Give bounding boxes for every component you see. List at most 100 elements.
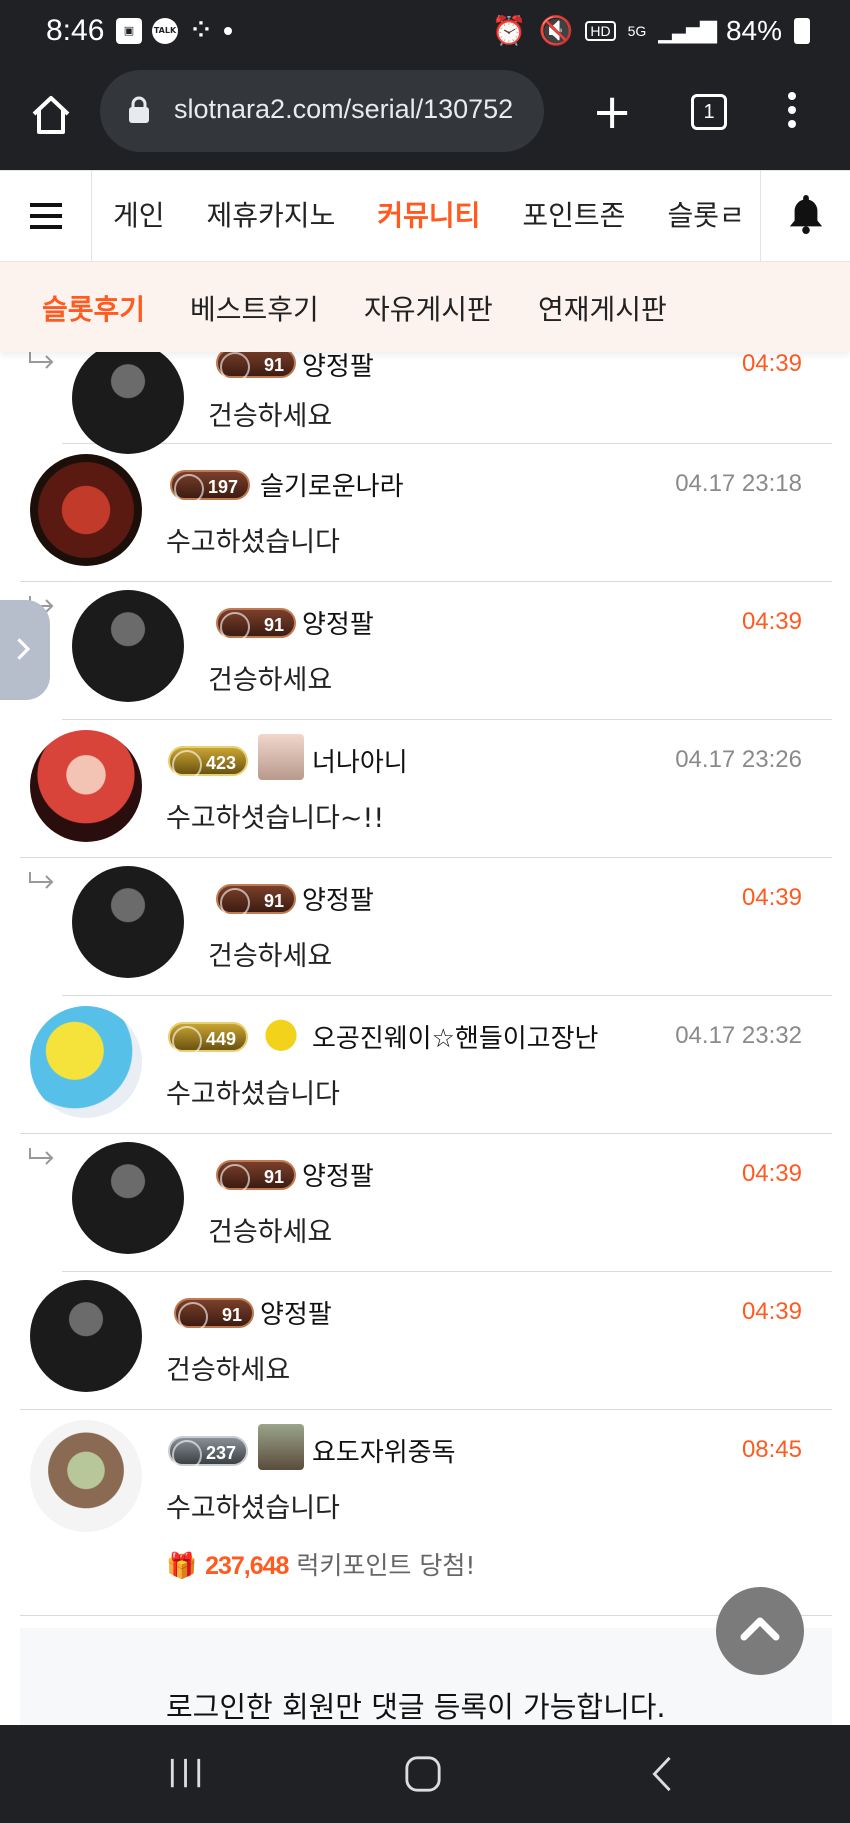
comment-time: 04:39 [741,352,802,377]
avatar[interactable] [30,454,142,566]
comment-reply: 91 양정팔 04:39 건승하세요 [29,858,832,996]
comment: 423 너나아니 04.17 23:26 수고하셧습니다~!! [20,720,832,858]
comment-text: 건승하세요 [208,1217,333,1248]
avatar[interactable] [72,866,184,978]
lucky-point-label: 럭키포인트 당첨! [296,1551,476,1580]
alarm-icon: ⏰ [491,15,527,46]
reply-arrow-icon [29,1148,54,1165]
level-badge: 91 [216,1160,296,1194]
comment-text: 건승하세요 [166,1355,291,1386]
5g-icon: 5G [627,22,647,39]
mute-icon: 🔇 [538,15,574,46]
gallery-icon: ▣ [116,18,142,44]
comment-time: 08:45 [741,1436,802,1463]
comment: 449 오공진웨이☆핸들이고장난 04.17 23:32 수고하셨습니다 [20,996,832,1134]
avatar[interactable] [30,1420,142,1532]
tab-switcher-button[interactable]: 1 [691,94,727,130]
notification-bell-button[interactable] [760,171,850,261]
sub-nav: 슬롯후기 베스트후기 자유게시판 연재게시판 [0,262,850,352]
comment-nickname[interactable]: 양정팔 [260,1294,332,1331]
avatar[interactable] [72,352,184,454]
level-badge: 91 [216,352,296,382]
sub-nav-item-slot-review[interactable]: 슬롯후기 [42,288,145,328]
main-nav: 게인 제휴카지노 커뮤니티 포인트존 슬롯ㄹ [0,170,850,262]
back-icon[interactable] [650,1755,674,1793]
comment-text: 수고하셨습니다 [166,1079,340,1110]
sub-nav-item-free-board[interactable]: 자유게시판 [364,288,493,328]
url-text: slotnara2.com/serial/130752 [174,94,514,124]
avatar[interactable] [72,590,184,702]
comment-time: 04.17 23:18 [675,470,802,497]
member-icon [258,1424,304,1470]
level-badge: 423 [168,746,248,780]
comment-reply: 91 양정팔 04:39 건승하세요 [29,352,832,454]
comment-nickname[interactable]: 오공진웨이☆핸들이고장난 [312,1018,598,1055]
comment-nickname[interactable]: 요도자위중독 [312,1432,456,1469]
hamburger-menu-icon[interactable] [0,171,92,261]
hd-icon: HD [585,20,616,41]
avatar[interactable] [30,1280,142,1392]
comment-text: 건승하세요 [208,665,333,696]
main-nav-items: 게인 제휴카지노 커뮤니티 포인트존 슬롯ㄹ [92,171,760,261]
reply-arrow-icon [29,352,54,369]
main-nav-item-partner-casino[interactable]: 제휴카지노 [186,171,357,261]
main-nav-item-game[interactable]: 게인 [92,171,186,261]
level-badge: 237 [168,1436,248,1470]
comment-time: 04:39 [741,1160,802,1187]
new-tab-icon[interactable]: + [592,88,632,136]
main-nav-item-slot[interactable]: 슬롯ㄹ [646,171,760,261]
comment-reply: 91 양정팔 04:39 건승하세요 [29,1134,832,1272]
browser-toolbar: slotnara2.com/serial/130752 + 1 [0,64,850,170]
reply-arrow-icon [29,872,54,889]
chevron-right-icon [17,638,31,660]
comment-nickname[interactable]: 양정팔 [302,880,374,917]
scroll-to-top-button[interactable] [716,1587,804,1675]
comment-list: 91 양정팔 04:39 건승하세요 197 슬기로운나라 04.17 23:1… [0,352,850,1725]
lucky-point-amount: 237,648 [205,1552,289,1580]
home-icon[interactable] [28,92,74,138]
level-badge: 91 [174,1298,254,1332]
comment: 197 슬기로운나라 04.17 23:18 수고하셨습니다 [20,444,832,582]
more-menu-icon[interactable] [786,92,798,134]
avatar[interactable] [72,1142,184,1254]
comment-time: 04:39 [741,884,802,911]
home-button-icon[interactable] [404,1755,442,1793]
comment-text: 수고하셨습니다 [166,1493,340,1524]
avatar[interactable] [30,1006,142,1118]
login-required-notice: 로그인한 회원만 댓글 등록이 가능합니다. [20,1628,832,1725]
gift-icon: 🎁 [166,1551,198,1580]
signal-icon: ▁▃▅▇ [658,17,717,43]
comment-nickname[interactable]: 양정팔 [302,604,374,641]
system-nav-bar [0,1725,850,1823]
status-bar: 8:46 ▣ TALK ⁘ ⏰ 🔇 HD 5G ▁▃▅▇ 84% [0,0,850,64]
battery-level: 84% [725,14,782,46]
comment-time: 04:39 [741,1298,802,1325]
comment: 237 요도자위중독 08:45 수고하셨습니다 🎁 237,648 럭키포인트… [20,1410,832,1616]
login-notice-text: 로그인한 회원만 댓글 등록이 가능합니다. [166,1690,666,1724]
comment-nickname[interactable]: 너나아니 [312,742,408,779]
battery-icon [794,17,810,44]
comment-time: 04.17 23:26 [675,746,802,773]
lucky-point-notice: 🎁 237,648 럭키포인트 당첨! [166,1546,475,1582]
address-bar[interactable]: slotnara2.com/serial/130752 [100,70,544,152]
member-icon [258,734,304,780]
comment: 91 양정팔 04:39 건승하세요 [20,1272,832,1410]
main-nav-item-point-zone[interactable]: 포인트존 [501,171,646,261]
chevron-up-icon [740,1617,780,1641]
comment-nickname[interactable]: 슬기로운나라 [260,466,404,503]
main-nav-item-community[interactable]: 커뮤니티 [356,171,501,261]
sub-nav-item-best-review[interactable]: 베스트후기 [190,288,319,328]
kakaotalk-icon: TALK [152,18,178,44]
sub-nav-item-serial-board[interactable]: 연재게시판 [538,288,667,328]
comment-text: 건승하세요 [208,401,333,432]
comment-nickname[interactable]: 양정팔 [302,1156,374,1193]
comment-time: 04:39 [741,608,802,635]
status-time: 8:46 [46,14,105,47]
recent-apps-icon[interactable] [166,1757,206,1791]
comment-text: 건승하세요 [208,941,333,972]
side-drawer-toggle[interactable] [0,600,50,700]
level-badge: 91 [216,884,296,918]
comment-nickname[interactable]: 양정팔 [302,352,374,383]
avatar[interactable] [30,730,142,842]
lock-icon [129,96,149,123]
